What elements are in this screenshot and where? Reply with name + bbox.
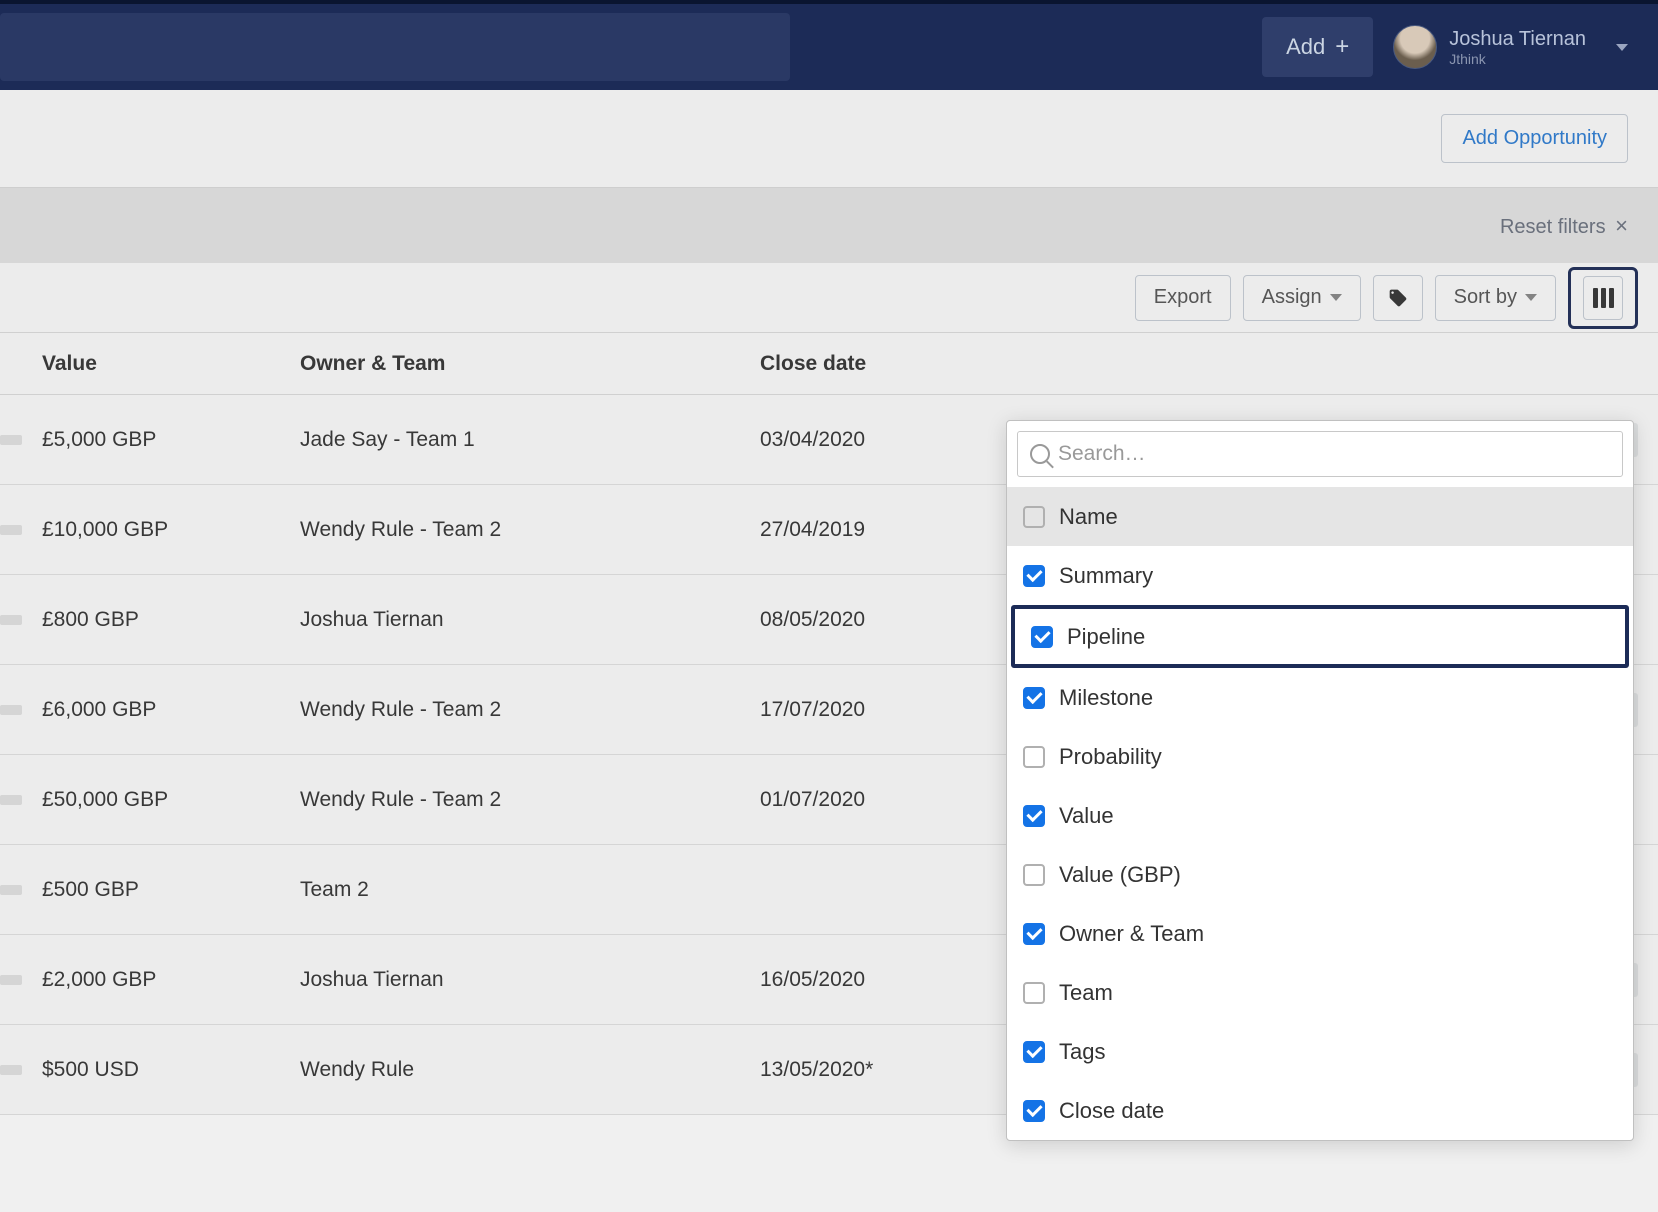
dropdown-items: Name Summary Pipeline Milestone Probability V… bbox=[1007, 487, 1633, 1140]
drag-handle-icon[interactable] bbox=[0, 795, 22, 805]
cell-owner: Jade Say - Team 1 bbox=[300, 428, 760, 452]
dropdown-item[interactable]: Probability bbox=[1007, 727, 1633, 786]
checkbox[interactable] bbox=[1031, 626, 1053, 648]
dropdown-item-label: Probability bbox=[1059, 744, 1162, 770]
chevron-down-icon bbox=[1330, 294, 1342, 301]
cell-value: £50,000 GBP bbox=[0, 788, 300, 812]
columns-icon bbox=[1593, 288, 1614, 308]
drag-handle-icon[interactable] bbox=[0, 435, 22, 445]
filter-bar: Reset filters × bbox=[0, 188, 1658, 263]
close-icon: × bbox=[1615, 213, 1628, 238]
cell-value: £800 GBP bbox=[0, 608, 300, 632]
checkbox[interactable] bbox=[1023, 923, 1045, 945]
dropdown-item-label: Pipeline bbox=[1067, 624, 1145, 650]
table-header: Value Owner & Team Close date bbox=[0, 333, 1658, 395]
user-name: Joshua Tiernan bbox=[1449, 27, 1586, 51]
tag-button[interactable] bbox=[1373, 275, 1423, 321]
dropdown-item-label: Value bbox=[1059, 803, 1114, 829]
dropdown-item[interactable]: Tags bbox=[1007, 1022, 1633, 1081]
col-header-owner[interactable]: Owner & Team bbox=[300, 352, 760, 376]
dropdown-item-label: Name bbox=[1059, 504, 1118, 530]
cell-owner: Joshua Tiernan bbox=[300, 968, 760, 992]
tag-icon bbox=[1388, 288, 1408, 308]
dropdown-item[interactable]: Close date bbox=[1007, 1081, 1633, 1140]
cell-owner: Wendy Rule - Team 2 bbox=[300, 518, 760, 542]
toolbar: Export Assign Sort by bbox=[0, 263, 1658, 333]
assign-button[interactable]: Assign bbox=[1243, 275, 1361, 321]
add-opportunity-button[interactable]: Add Opportunity bbox=[1441, 114, 1628, 163]
sub-header: Add Opportunity bbox=[0, 90, 1658, 188]
drag-handle-icon[interactable] bbox=[0, 975, 22, 985]
reset-filters[interactable]: Reset filters × bbox=[1500, 213, 1628, 239]
dropdown-item[interactable]: Summary bbox=[1007, 546, 1633, 605]
cell-value: £10,000 GBP bbox=[0, 518, 300, 542]
dropdown-item[interactable]: Name bbox=[1007, 487, 1633, 546]
cell-value: £500 GBP bbox=[0, 878, 300, 902]
checkbox[interactable] bbox=[1023, 746, 1045, 768]
top-bar: Add + Joshua Tiernan Jthink bbox=[0, 0, 1658, 90]
drag-handle-icon[interactable] bbox=[0, 615, 22, 625]
cell-value: $500 USD bbox=[0, 1058, 300, 1082]
drag-handle-icon[interactable] bbox=[0, 1065, 22, 1075]
add-button[interactable]: Add + bbox=[1262, 17, 1373, 77]
user-text: Joshua Tiernan Jthink bbox=[1449, 27, 1586, 68]
dropdown-item-label: Value (GBP) bbox=[1059, 862, 1181, 888]
cell-owner: Wendy Rule - Team 2 bbox=[300, 698, 760, 722]
dropdown-item-label: Summary bbox=[1059, 563, 1153, 589]
user-org: Jthink bbox=[1449, 51, 1586, 68]
col-header-value[interactable]: Value bbox=[0, 352, 300, 376]
checkbox[interactable] bbox=[1023, 565, 1045, 587]
reset-filters-label: Reset filters bbox=[1500, 216, 1606, 238]
cell-owner: Wendy Rule bbox=[300, 1058, 760, 1082]
chevron-down-icon bbox=[1616, 44, 1628, 51]
avatar bbox=[1393, 25, 1437, 69]
cell-value: £2,000 GBP bbox=[0, 968, 300, 992]
dropdown-item[interactable]: Value (GBP) bbox=[1007, 845, 1633, 904]
cell-owner: Wendy Rule - Team 2 bbox=[300, 788, 760, 812]
drag-handle-icon[interactable] bbox=[0, 705, 22, 715]
checkbox[interactable] bbox=[1023, 864, 1045, 886]
dropdown-item[interactable]: Team bbox=[1007, 963, 1633, 1022]
checkbox[interactable] bbox=[1023, 506, 1045, 528]
sort-by-label: Sort by bbox=[1454, 286, 1517, 309]
drag-handle-icon[interactable] bbox=[0, 525, 22, 535]
dropdown-item[interactable]: Value bbox=[1007, 786, 1633, 845]
plus-icon: + bbox=[1335, 33, 1349, 61]
dropdown-item-label: Team bbox=[1059, 980, 1113, 1006]
sort-by-button[interactable]: Sort by bbox=[1435, 275, 1556, 321]
assign-label: Assign bbox=[1262, 286, 1322, 309]
cell-value: £5,000 GBP bbox=[0, 428, 300, 452]
cell-value: £6,000 GBP bbox=[0, 698, 300, 722]
dropdown-item[interactable]: Milestone bbox=[1007, 668, 1633, 727]
user-menu[interactable]: Joshua Tiernan Jthink bbox=[1393, 25, 1628, 69]
checkbox[interactable] bbox=[1023, 1100, 1045, 1122]
dropdown-item[interactable]: Owner & Team bbox=[1007, 904, 1633, 963]
columns-button[interactable] bbox=[1568, 267, 1638, 329]
checkbox[interactable] bbox=[1023, 1041, 1045, 1063]
search-icon bbox=[1030, 444, 1050, 464]
global-search[interactable] bbox=[0, 13, 790, 81]
export-button[interactable]: Export bbox=[1135, 275, 1231, 321]
dropdown-item[interactable]: Pipeline bbox=[1011, 605, 1629, 668]
dropdown-item-label: Milestone bbox=[1059, 685, 1153, 711]
dropdown-item-label: Owner & Team bbox=[1059, 921, 1204, 947]
cell-owner: Joshua Tiernan bbox=[300, 608, 760, 632]
add-button-label: Add bbox=[1286, 34, 1325, 60]
dropdown-item-label: Tags bbox=[1059, 1039, 1105, 1065]
dropdown-search[interactable] bbox=[1017, 431, 1623, 477]
drag-handle-icon[interactable] bbox=[0, 885, 22, 895]
chevron-down-icon bbox=[1525, 294, 1537, 301]
dropdown-search-input[interactable] bbox=[1058, 442, 1610, 466]
dropdown-item-label: Close date bbox=[1059, 1098, 1164, 1124]
columns-dropdown: Name Summary Pipeline Milestone Probability V… bbox=[1006, 420, 1634, 1141]
checkbox[interactable] bbox=[1023, 982, 1045, 1004]
col-header-close[interactable]: Close date bbox=[760, 352, 1658, 376]
checkbox[interactable] bbox=[1023, 687, 1045, 709]
checkbox[interactable] bbox=[1023, 805, 1045, 827]
cell-owner: Team 2 bbox=[300, 878, 760, 902]
